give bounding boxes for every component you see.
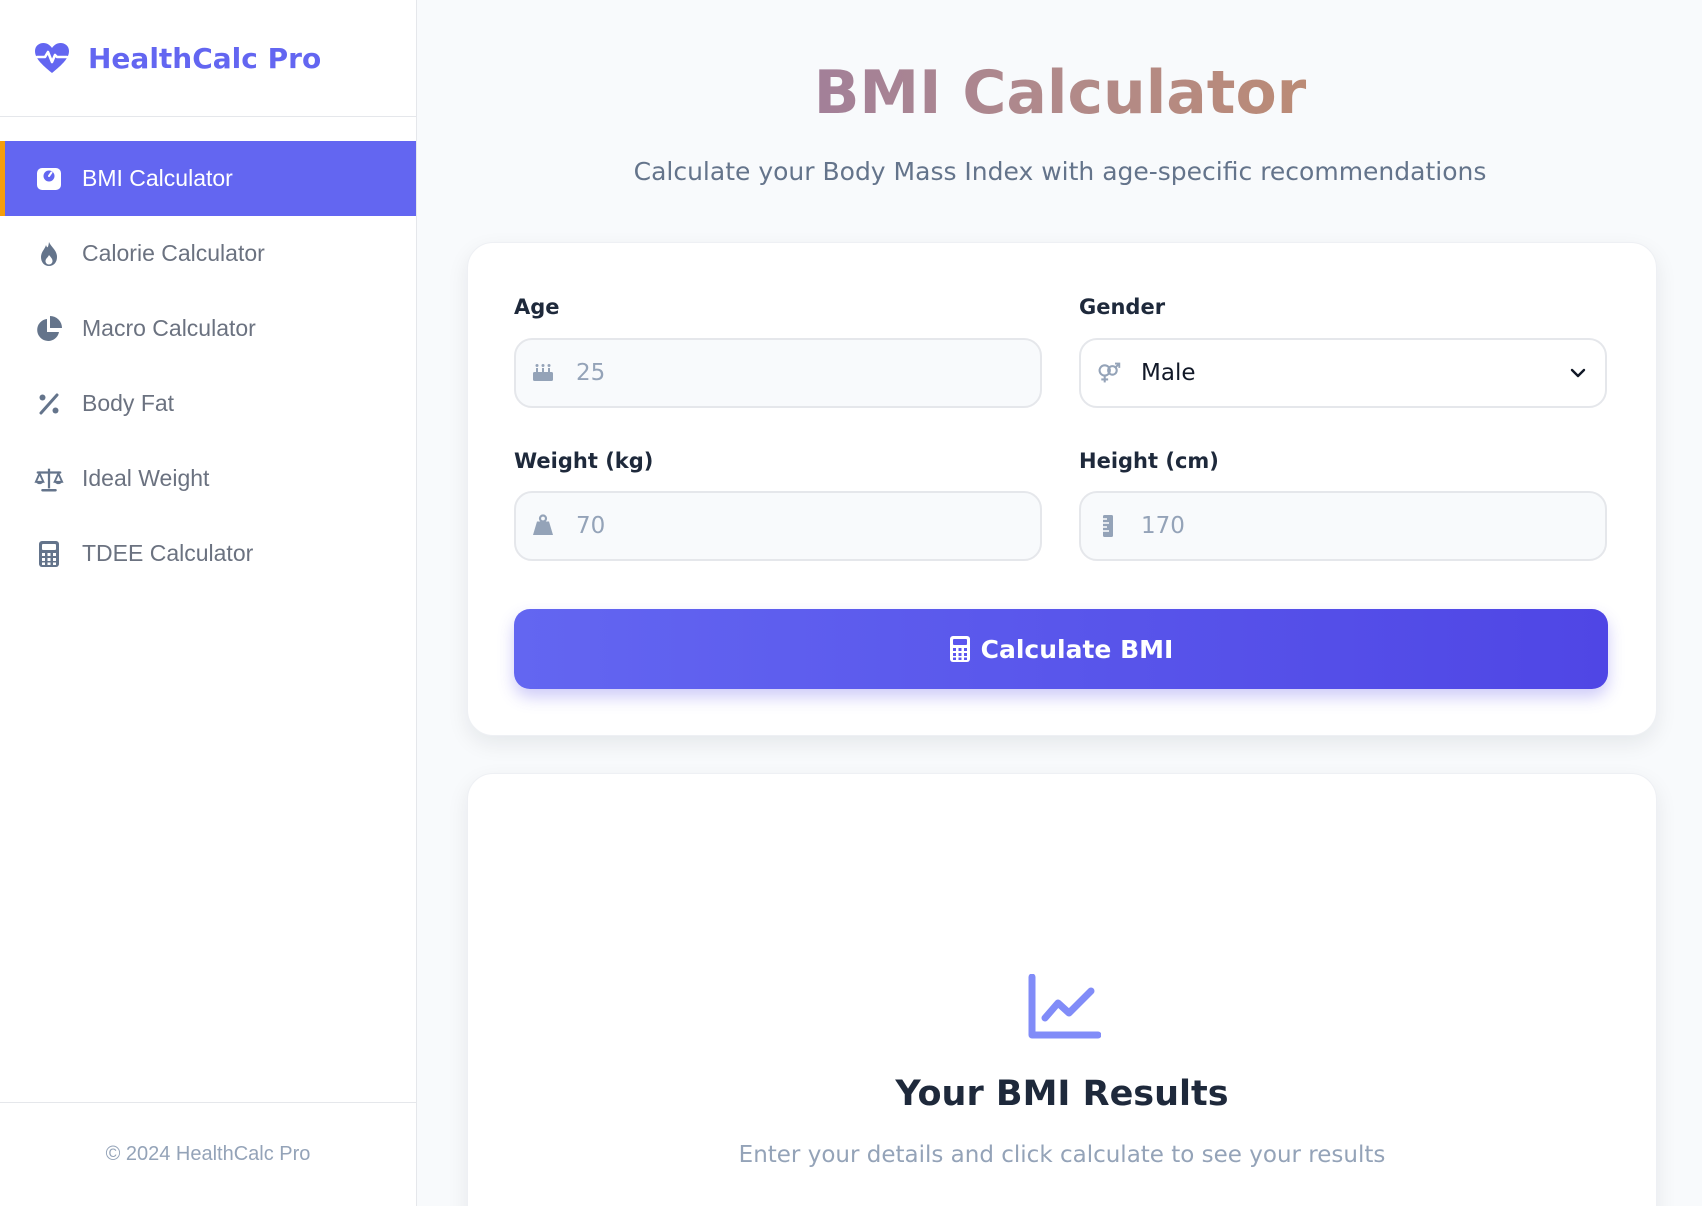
- sidebar-item-label: Body Fat: [82, 390, 175, 416]
- chevron-down-icon: [1569, 364, 1587, 382]
- calculator-icon: [949, 635, 971, 663]
- main-content: BMI Calculator Calculate your Body Mass …: [418, 0, 1702, 1206]
- bmi-form-card: Age 25 Gender Male Weight (kg) 70 Height…: [467, 242, 1657, 736]
- weight-scale-icon: [34, 164, 64, 194]
- sidebar-item-label: Macro Calculator: [82, 315, 256, 341]
- sidebar-item-label: Ideal Weight: [82, 465, 210, 491]
- calculate-bmi-label: Calculate BMI: [980, 634, 1174, 664]
- venus-mars-icon: [1097, 361, 1121, 385]
- gender-label: Gender: [1079, 295, 1166, 319]
- sidebar-footer: © 2024 HealthCalc Pro: [0, 1102, 416, 1206]
- sidebar-item-label: BMI Calculator: [82, 165, 233, 191]
- age-input[interactable]: 25: [514, 338, 1042, 408]
- sidebar-item-tdee-calculator[interactable]: TDEE Calculator: [0, 516, 416, 591]
- weight-placeholder: 70: [576, 513, 606, 539]
- percent-icon: [34, 389, 64, 419]
- sidebar-item-macro-calculator[interactable]: Macro Calculator: [0, 291, 416, 366]
- line-chart-icon: [1027, 973, 1102, 1040]
- weight-hanging-icon: [532, 514, 556, 538]
- gender-select[interactable]: Male: [1079, 338, 1607, 408]
- height-placeholder: 170: [1141, 513, 1185, 539]
- calculate-bmi-button[interactable]: Calculate BMI: [514, 609, 1608, 689]
- balance-scale-icon: [34, 464, 64, 494]
- results-card: Your BMI Results Enter your details and …: [467, 773, 1657, 1206]
- sidebar: HealthCalc Pro BMI Calculator Calorie Ca…: [0, 0, 417, 1206]
- sidebar-nav: BMI Calculator Calorie Calculator Macro …: [0, 141, 416, 591]
- calculator-icon: [34, 539, 64, 569]
- results-title: Your BMI Results: [895, 1074, 1229, 1114]
- sidebar-item-bmi-calculator[interactable]: BMI Calculator: [0, 141, 416, 216]
- page-subtitle: Calculate your Body Mass Index with age-…: [633, 157, 1487, 186]
- page-title: BMI Calculator: [418, 58, 1702, 128]
- sidebar-item-label: Calorie Calculator: [82, 240, 265, 266]
- brand[interactable]: HealthCalc Pro: [0, 0, 416, 117]
- sidebar-item-label: TDEE Calculator: [82, 540, 254, 566]
- results-message: Enter your details and click calculate t…: [738, 1142, 1386, 1168]
- ruler-icon: [1097, 514, 1121, 538]
- weight-label: Weight (kg): [514, 449, 654, 473]
- height-input[interactable]: 170: [1079, 491, 1607, 561]
- age-placeholder: 25: [576, 360, 606, 386]
- pie-chart-icon: [34, 314, 64, 344]
- heart-pulse-icon: [33, 41, 71, 75]
- height-label: Height (cm): [1079, 449, 1219, 473]
- age-label: Age: [514, 295, 560, 319]
- sidebar-item-ideal-weight[interactable]: Ideal Weight: [0, 441, 416, 516]
- fire-icon: [34, 239, 64, 269]
- birthday-cake-icon: [532, 361, 556, 385]
- weight-input[interactable]: 70: [514, 491, 1042, 561]
- gender-value: Male: [1141, 360, 1196, 386]
- sidebar-item-calorie-calculator[interactable]: Calorie Calculator: [0, 216, 416, 291]
- sidebar-item-body-fat[interactable]: Body Fat: [0, 366, 416, 441]
- brand-title: HealthCalc Pro: [88, 41, 322, 75]
